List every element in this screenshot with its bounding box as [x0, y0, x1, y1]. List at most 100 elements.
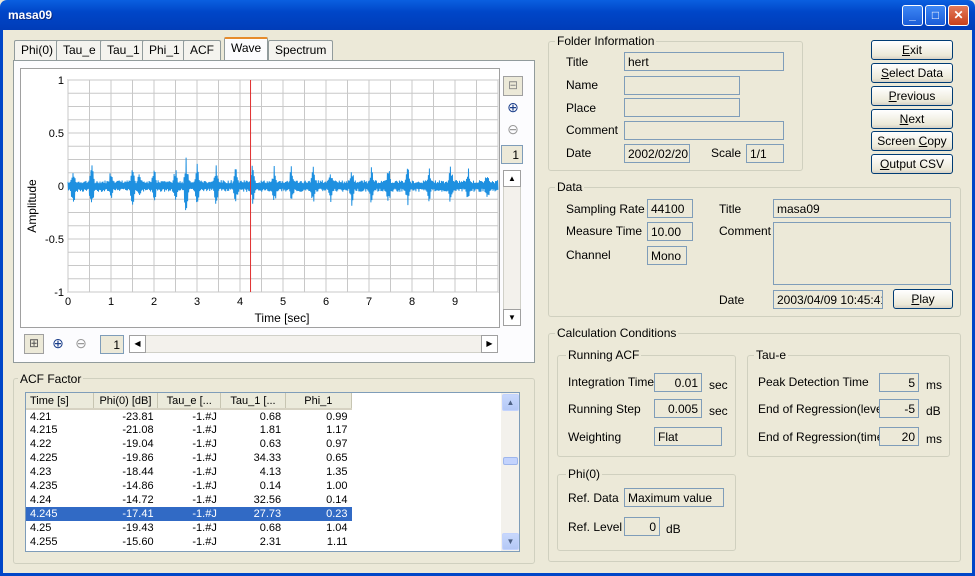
tab-acf[interactable]: ACF [183, 40, 221, 60]
folder-name-field[interactable] [624, 76, 740, 95]
acf-listview[interactable]: Time [s] Phi(0) [dB] Tau_e [... Tau_1 [... P… [25, 392, 520, 552]
table-row[interactable]: 4.215 -21.08 -1.#J 1.81 1.17 [26, 423, 352, 437]
acf-column-header[interactable]: Phi_1 [285, 393, 353, 410]
tab-phi0[interactable]: Phi(0) [14, 40, 61, 60]
running-step-label: Running Step [568, 402, 641, 416]
table-cell: 0.97 [326, 438, 348, 450]
tab-tau-e[interactable]: Tau_e [56, 40, 103, 60]
acf-column-header[interactable]: Time [s] [26, 393, 94, 410]
vertical-scrollbar[interactable] [503, 170, 521, 326]
eor-level-field[interactable]: -5 [879, 399, 919, 418]
next-button[interactable]: Next [871, 109, 953, 129]
acf-column-header[interactable]: Tau_1 [... [220, 393, 286, 410]
integration-time-field[interactable]: 0.01 [654, 373, 702, 392]
data-comment-field[interactable] [773, 222, 951, 285]
weighting-field[interactable]: Flat [654, 427, 722, 446]
data-title-field[interactable]: masa09 [773, 199, 951, 218]
table-cell: -1.#J [192, 410, 217, 423]
split-horizontal-icon[interactable]: ⊞ [24, 334, 44, 354]
sampling-rate-label: Sampling Rate [566, 202, 645, 216]
folder-info-label: Folder Information [555, 34, 657, 48]
list-scroll-down-icon[interactable]: ▼ [502, 533, 519, 550]
h-zoom-in-icon[interactable]: ⊕ [48, 334, 68, 354]
zoom-out-icon[interactable]: ⊖ [503, 120, 523, 140]
folder-place-field[interactable] [624, 98, 740, 117]
table-cell: 0.14 [259, 480, 282, 492]
folder-comment-field[interactable] [624, 121, 784, 140]
folder-title-label: Title [566, 55, 589, 69]
table-cell: -14.86 [122, 480, 154, 492]
screen-copy-button[interactable]: Screen Copy [871, 131, 953, 151]
maximize-icon[interactable]: □ [925, 5, 946, 26]
exit-button[interactable]: Exit [871, 40, 953, 60]
table-cell: 4.235 [30, 480, 58, 492]
output-csv-button[interactable]: Output CSV [871, 154, 953, 174]
table-cell: -1.#J [192, 466, 217, 478]
vertical-page-field[interactable]: 1 [501, 145, 523, 164]
peak-detection-field[interactable]: 5 [879, 373, 919, 392]
tab-spectrum[interactable]: Spectrum [268, 40, 334, 60]
y-tick-label: -0.5 [45, 234, 64, 246]
eor-time-field[interactable]: 20 [879, 427, 919, 446]
peak-detection-unit: ms [926, 378, 942, 392]
folder-date-label: Date [566, 146, 592, 160]
tab-wave[interactable]: Wave [224, 37, 269, 61]
table-cell: -1.#J [192, 424, 217, 436]
table-row[interactable]: 4.23 -18.44 -1.#J 4.13 1.35 [26, 465, 352, 479]
table-cell: 0.65 [326, 452, 348, 464]
folder-scale-field[interactable]: 1/1 [746, 144, 784, 163]
list-scroll-thumb[interactable] [503, 457, 518, 465]
scroll-up-icon[interactable]: ▲ [503, 170, 521, 187]
table-row[interactable]: 4.21 -23.81 -1.#J 0.68 0.99 [26, 409, 352, 423]
table-row[interactable]: 4.255 -15.60 -1.#J 2.31 1.11 [26, 535, 352, 549]
ref-data-field[interactable]: Maximum value [624, 488, 724, 507]
table-row[interactable]: 4.225 -19.86 -1.#J 34.33 0.65 [26, 451, 352, 465]
x-tick-label: 5 [280, 296, 286, 308]
x-axis-label: Time [sec] [255, 311, 310, 325]
scroll-down-icon[interactable]: ▼ [503, 309, 521, 326]
measure-time-field[interactable]: 10.00 [647, 222, 693, 241]
table-cell: -1.#J [192, 494, 217, 506]
running-step-field[interactable]: 0.005 [654, 399, 702, 418]
folder-title-field[interactable]: hert [624, 52, 784, 71]
data-date-field[interactable]: 2003/04/09 10:45:41 [773, 290, 883, 309]
table-cell: 4.23 [30, 466, 52, 478]
close-icon[interactable]: ✕ [948, 5, 969, 26]
table-row[interactable]: 4.235 -14.86 -1.#J 0.14 1.00 [26, 479, 352, 493]
tab-phi-1[interactable]: Phi_1 [142, 40, 187, 60]
channel-field[interactable]: Mono [647, 246, 687, 265]
table-row[interactable]: 4.24 -14.72 -1.#J 32.56 0.14 [26, 493, 352, 507]
eor-level-unit: dB [926, 404, 941, 418]
table-cell: 1.00 [326, 480, 348, 492]
table-row[interactable]: 4.25 -19.43 -1.#J 0.68 1.04 [26, 521, 352, 535]
horizontal-scrollbar[interactable] [129, 335, 498, 353]
acf-factor-label: ACF Factor [18, 372, 84, 386]
tab-tau-1[interactable]: Tau_1 [100, 40, 147, 60]
scroll-left-icon[interactable]: ◀ [129, 335, 146, 353]
ref-level-field[interactable]: 0 [624, 517, 660, 536]
running-step-unit: sec [709, 404, 728, 418]
split-view-icon[interactable]: ⊟ [503, 76, 523, 96]
table-cell: -1.#J [192, 480, 217, 492]
play-button[interactable]: Play [893, 289, 953, 309]
scroll-right-icon[interactable]: ▶ [481, 335, 498, 353]
table-cell: 4.21 [30, 410, 52, 423]
horizontal-page-field[interactable]: 1 [100, 335, 124, 354]
weighting-label: Weighting [568, 430, 622, 444]
list-scrollbar[interactable] [501, 393, 519, 551]
h-zoom-out-icon[interactable]: ⊖ [71, 334, 91, 354]
zoom-in-icon[interactable]: ⊕ [503, 98, 523, 118]
previous-button[interactable]: Previous [871, 86, 953, 106]
minimize-icon[interactable]: _ [902, 5, 923, 26]
list-scroll-up-icon[interactable]: ▲ [502, 394, 519, 411]
acf-column-header[interactable]: Phi(0) [dB] [93, 393, 159, 410]
sampling-rate-field[interactable]: 44100 [647, 199, 693, 218]
select-data-button[interactable]: Select Data [871, 63, 953, 83]
table-row[interactable]: 4.245 -17.41 -1.#J 27.73 0.23 [26, 507, 352, 521]
acf-column-header[interactable]: Tau_e [... [157, 393, 222, 410]
table-cell: 0.68 [259, 522, 282, 534]
table-cell: 4.245 [26, 507, 94, 521]
table-row[interactable]: 4.22 -19.04 -1.#J 0.63 0.97 [26, 437, 352, 451]
table-cell: 27.73 [220, 507, 286, 521]
folder-date-field[interactable]: 2002/02/20 [624, 144, 690, 163]
